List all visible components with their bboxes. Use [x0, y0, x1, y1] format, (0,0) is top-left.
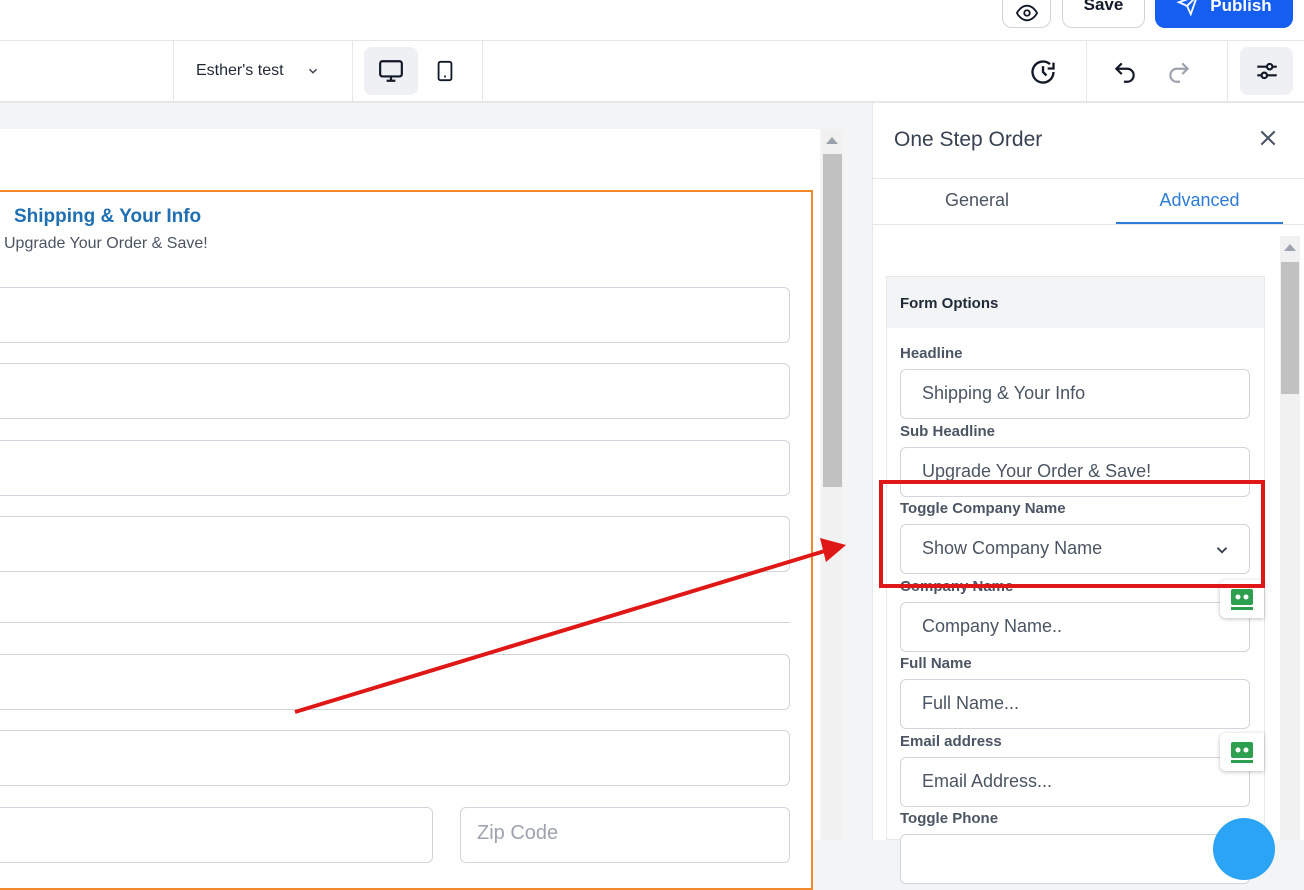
full-name-input[interactable]: Full Name... — [900, 679, 1250, 729]
autofill-helper-button[interactable] — [1220, 733, 1264, 771]
sub-headline-label: Sub Headline — [900, 423, 996, 440]
form-headline: Shipping & Your Info — [14, 206, 202, 227]
send-icon — [1176, 0, 1197, 16]
close-icon — [1260, 130, 1276, 146]
desktop-view-button[interactable] — [364, 47, 418, 95]
editor-toolbar: Esther's test — [0, 41, 1304, 103]
sliders-icon — [1256, 62, 1277, 80]
form-options-title: Form Options — [900, 295, 999, 312]
panel-title: One Step Order — [894, 128, 1043, 151]
toolbar-divider — [1086, 41, 1087, 103]
chevron-down-icon — [308, 68, 317, 74]
headline-input[interactable]: Shipping & Your Info — [900, 369, 1250, 419]
chat-launcher-button[interactable] — [1213, 818, 1275, 880]
form-input[interactable] — [0, 654, 790, 710]
site-name: Esther's test — [196, 62, 284, 79]
form-input[interactable] — [0, 807, 433, 863]
clock-history-icon — [1031, 60, 1055, 84]
site-selector[interactable]: Esther's test — [196, 62, 320, 80]
close-panel-button[interactable] — [1254, 124, 1282, 152]
toolbar-divider — [482, 41, 483, 103]
toolbar-divider — [352, 41, 353, 103]
publish-label: Publish — [1210, 0, 1272, 15]
preview-button[interactable] — [1002, 0, 1051, 28]
robot-icon — [1231, 742, 1253, 763]
canvas-scroll-up-arrow[interactable] — [826, 137, 838, 144]
phone-icon — [437, 60, 453, 82]
toolbar-divider — [1227, 41, 1228, 103]
tab-general[interactable]: General — [872, 190, 1082, 211]
form-divider — [0, 622, 790, 623]
top-bar: Save Publish — [0, 0, 1304, 41]
undo-icon — [1114, 62, 1135, 83]
canvas-scrollbar-thumb[interactable] — [823, 154, 842, 487]
form-input[interactable] — [0, 730, 790, 786]
toolbar-divider — [173, 41, 174, 103]
tabs-divider — [872, 224, 1304, 225]
toggle-phone-label: Toggle Phone — [900, 810, 999, 827]
email-label: Email address — [900, 733, 1002, 750]
panel-scrollbar-thumb[interactable] — [1281, 262, 1299, 394]
mobile-view-button[interactable] — [420, 47, 470, 95]
redo-button[interactable] — [1160, 53, 1198, 91]
form-input[interactable] — [0, 516, 790, 572]
save-button[interactable]: Save — [1062, 0, 1145, 28]
zip-code-input[interactable]: Zip Code — [460, 807, 790, 863]
monitor-icon — [379, 60, 403, 82]
settings-button[interactable] — [1240, 47, 1293, 95]
form-input[interactable] — [0, 287, 790, 343]
robot-icon — [1231, 589, 1253, 610]
active-tab-indicator — [1116, 222, 1283, 224]
toggle-phone-select[interactable] — [900, 834, 1250, 884]
redo-icon — [1169, 62, 1190, 83]
form-sub-headline: Upgrade Your Order & Save! — [4, 235, 208, 252]
form-input[interactable] — [0, 363, 790, 419]
company-name-input[interactable]: Company Name.. — [900, 602, 1250, 652]
publish-button[interactable]: Publish — [1155, 0, 1293, 28]
history-button[interactable] — [1024, 53, 1062, 91]
full-name-label: Full Name — [900, 655, 972, 672]
annotation-highlight-box — [879, 480, 1265, 588]
panel-divider — [872, 178, 1304, 179]
headline-label: Headline — [900, 345, 963, 362]
form-input[interactable] — [0, 440, 790, 496]
panel-scroll-up-arrow[interactable] — [1284, 244, 1296, 251]
eye-icon — [1015, 4, 1038, 22]
email-input[interactable]: Email Address... — [900, 757, 1250, 807]
tab-advanced[interactable]: Advanced — [1116, 190, 1283, 211]
undo-button[interactable] — [1106, 53, 1144, 91]
